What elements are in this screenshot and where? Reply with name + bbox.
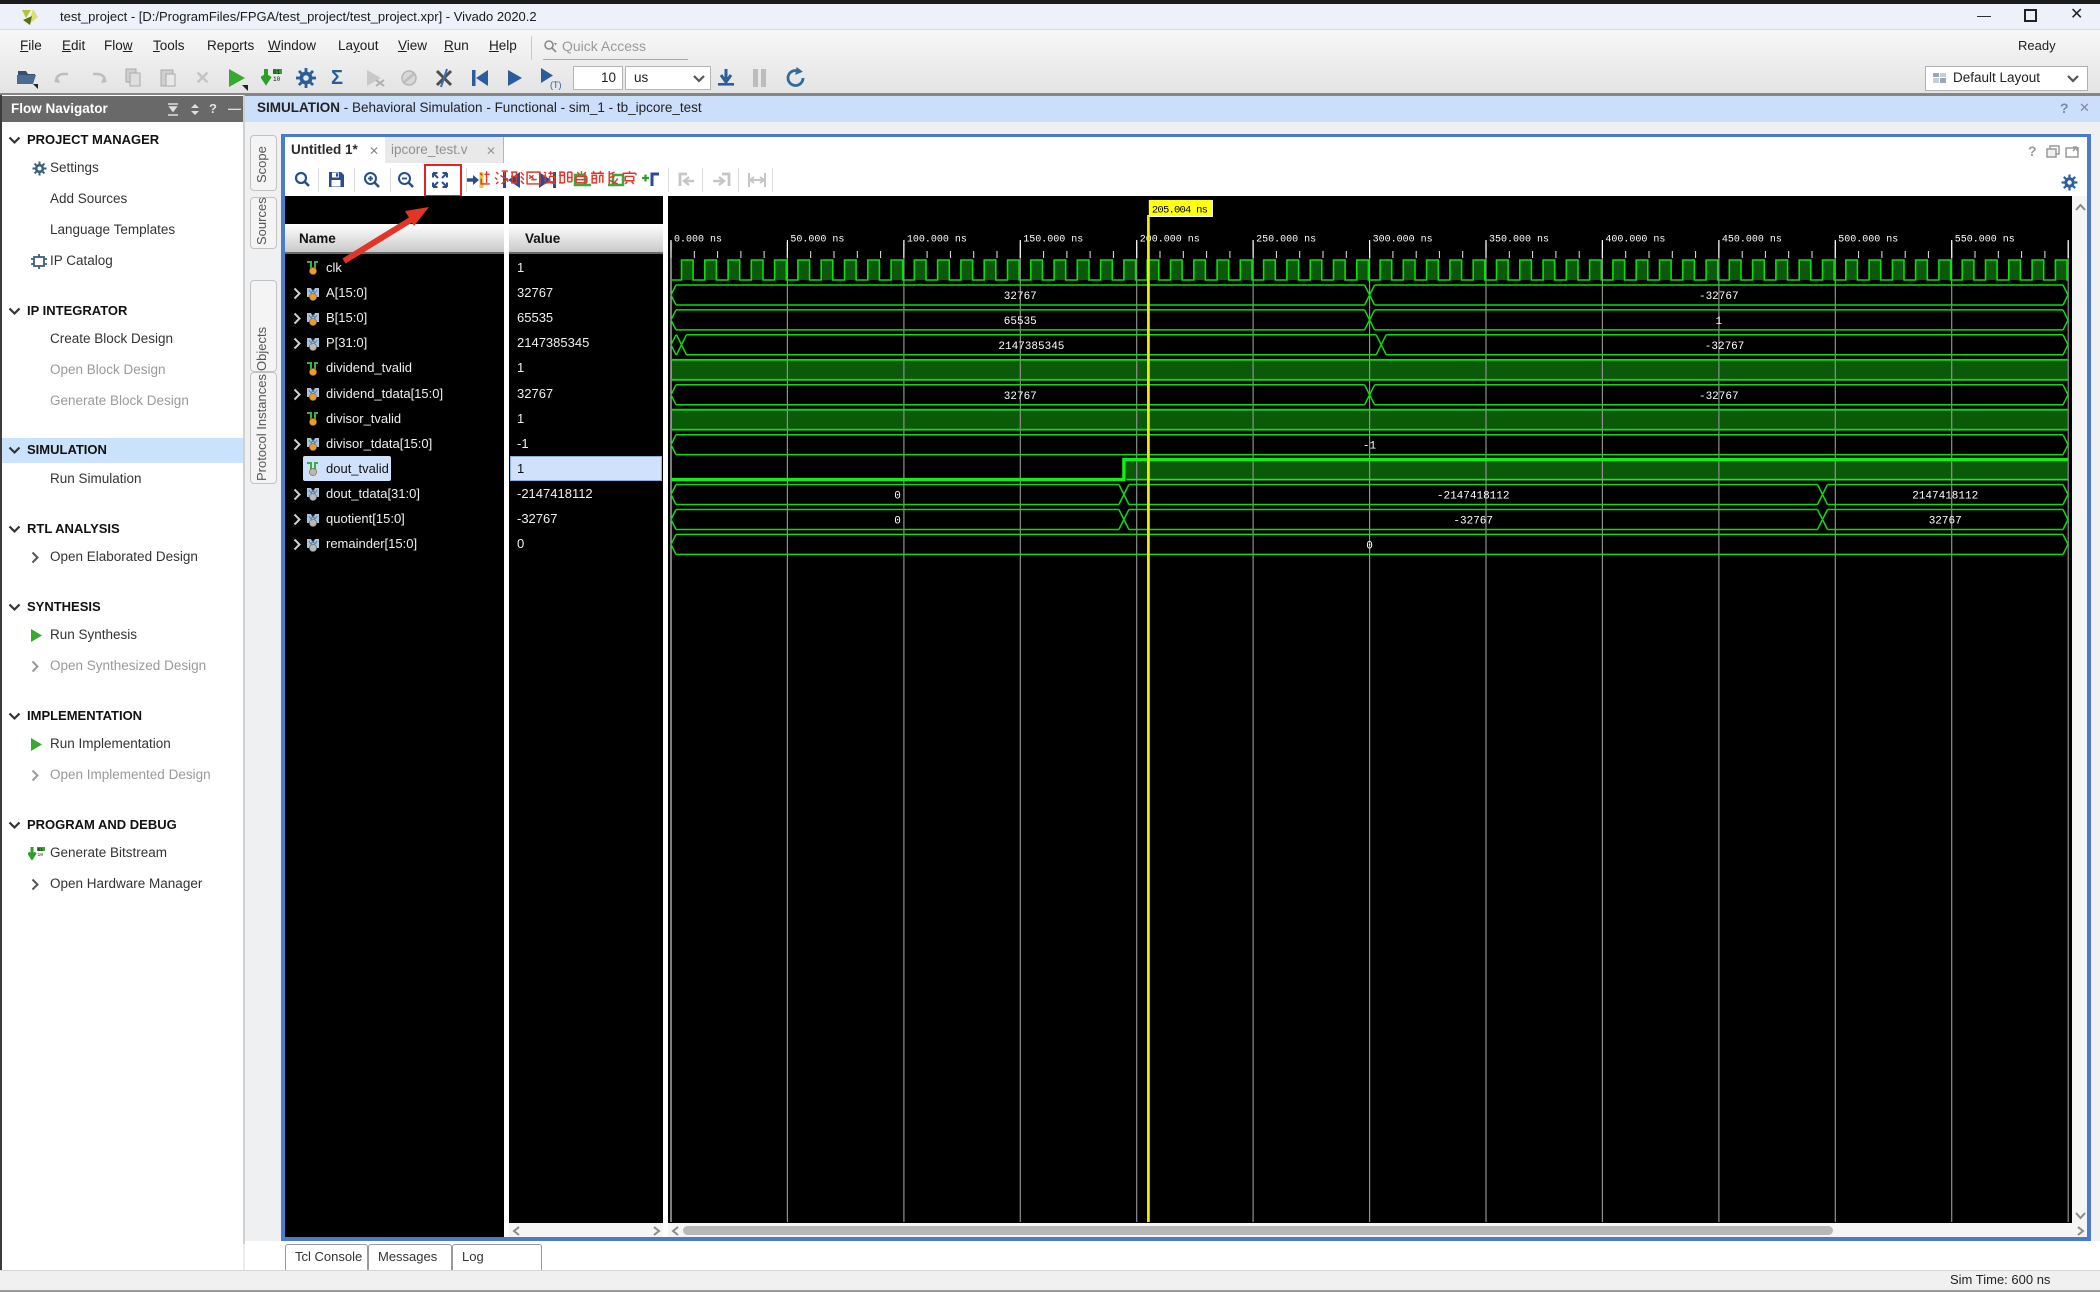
svg-text:32767: 32767 xyxy=(1004,291,1037,303)
svg-text:32767: 32767 xyxy=(1929,516,1962,528)
svg-text:-32767: -32767 xyxy=(1699,291,1739,303)
svg-text:-32767: -32767 xyxy=(1705,341,1745,353)
svg-text:-1: -1 xyxy=(1363,441,1377,453)
svg-text:10: 10 xyxy=(38,852,44,858)
svg-text:2147385345: 2147385345 xyxy=(998,341,1064,353)
svg-text:550.000 ns: 550.000 ns xyxy=(1955,235,2015,246)
svg-text:500.000 ns: 500.000 ns xyxy=(1838,235,1898,246)
svg-text:205.004 ns: 205.004 ns xyxy=(1152,205,1208,217)
svg-text:10: 10 xyxy=(273,76,281,83)
svg-text:450.000 ns: 450.000 ns xyxy=(1722,235,1782,246)
svg-text:(T): (T) xyxy=(550,80,562,90)
svg-text:400.000 ns: 400.000 ns xyxy=(1605,235,1665,246)
svg-text:-32767: -32767 xyxy=(1453,516,1493,528)
svg-text:0: 0 xyxy=(894,516,901,528)
svg-text:01: 01 xyxy=(273,69,281,76)
svg-text:0.000 ns: 0.000 ns xyxy=(674,235,722,246)
svg-text:65535: 65535 xyxy=(1004,316,1037,328)
svg-text:-2147418112: -2147418112 xyxy=(1437,491,1510,503)
svg-text:100.000 ns: 100.000 ns xyxy=(907,235,967,246)
svg-text:-32767: -32767 xyxy=(1699,391,1739,403)
svg-text:150.000 ns: 150.000 ns xyxy=(1023,235,1083,246)
svg-text:300.000 ns: 300.000 ns xyxy=(1373,235,1433,246)
svg-text:0: 0 xyxy=(894,491,901,503)
svg-text:350.000 ns: 350.000 ns xyxy=(1489,235,1549,246)
svg-text:0: 0 xyxy=(1366,540,1373,552)
svg-text:32767: 32767 xyxy=(1004,391,1037,403)
svg-text:250.000 ns: 250.000 ns xyxy=(1256,235,1316,246)
svg-text:1: 1 xyxy=(1715,316,1722,328)
svg-text:50.000 ns: 50.000 ns xyxy=(790,235,844,246)
svg-text:2147418112: 2147418112 xyxy=(1912,491,1978,503)
